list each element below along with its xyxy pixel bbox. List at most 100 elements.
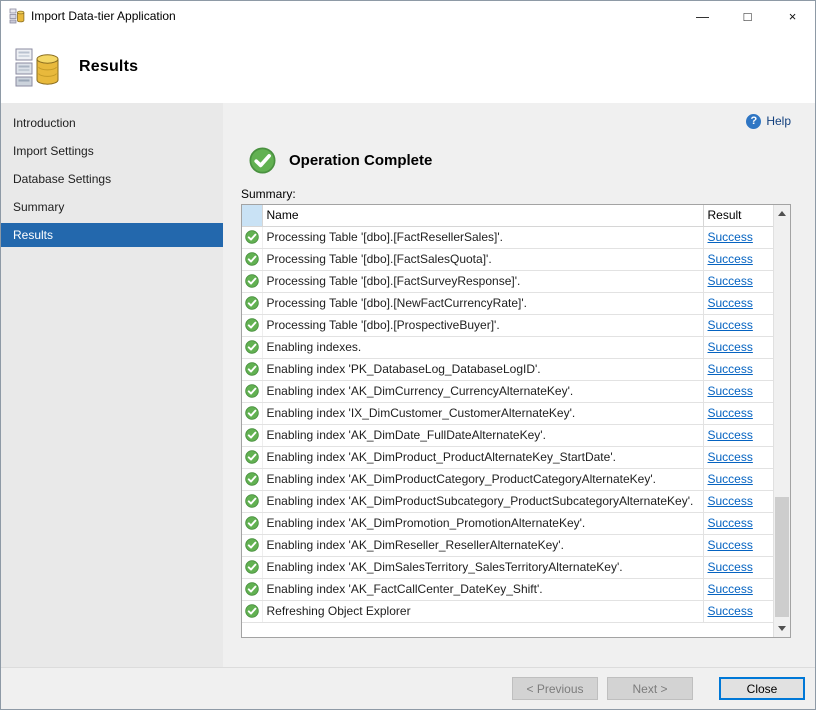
- icon-column-header[interactable]: [242, 205, 262, 226]
- result-success-link[interactable]: Success: [708, 516, 753, 530]
- step-name: Refreshing Object Explorer: [262, 600, 703, 622]
- result-success-link[interactable]: Success: [708, 252, 753, 266]
- data-tier-application-icon: [13, 45, 61, 89]
- step-name: Enabling index 'AK_DimDate_FullDateAlter…: [262, 424, 703, 446]
- result-success-link[interactable]: Success: [708, 582, 753, 596]
- step-name: Processing Table '[dbo].[ProspectiveBuye…: [262, 314, 703, 336]
- results-scrollbar[interactable]: [773, 205, 790, 637]
- table-row[interactable]: Processing Table '[dbo].[FactSalesQuota]…: [242, 248, 773, 270]
- step-name: Enabling index 'AK_DimReseller_ResellerA…: [262, 534, 703, 556]
- success-check-icon: [245, 472, 259, 486]
- results-grid-area: Name Result Processing Table '[dbo].[Fac…: [242, 205, 773, 637]
- result-success-link[interactable]: Success: [708, 450, 753, 464]
- result-success-link[interactable]: Success: [708, 318, 753, 332]
- success-check-icon: [245, 604, 259, 618]
- sidebar-item-import-settings[interactable]: Import Settings: [1, 139, 223, 163]
- result-success-link[interactable]: Success: [708, 604, 753, 618]
- table-row[interactable]: Enabling index 'AK_DimReseller_ResellerA…: [242, 534, 773, 556]
- table-row[interactable]: Enabling index 'AK_FactCallCenter_DateKe…: [242, 578, 773, 600]
- table-row[interactable]: Processing Table '[dbo].[ProspectiveBuye…: [242, 314, 773, 336]
- scrollbar-thumb[interactable]: [775, 497, 789, 617]
- result-success-link[interactable]: Success: [708, 230, 753, 244]
- result-success-link[interactable]: Success: [708, 362, 753, 376]
- success-check-icon: [245, 538, 259, 552]
- result-success-link[interactable]: Success: [708, 538, 753, 552]
- close-window-button[interactable]: ×: [770, 1, 815, 31]
- result-success-link[interactable]: Success: [708, 494, 753, 508]
- sidebar-item-introduction[interactable]: Introduction: [1, 111, 223, 135]
- window-controls: — □ ×: [680, 1, 815, 31]
- table-row[interactable]: Enabling index 'AK_DimDate_FullDateAlter…: [242, 424, 773, 446]
- operation-status-title: Operation Complete: [289, 152, 432, 169]
- result-success-link[interactable]: Success: [708, 428, 753, 442]
- result-success-link[interactable]: Success: [708, 384, 753, 398]
- step-name: Processing Table '[dbo].[NewFactCurrency…: [262, 292, 703, 314]
- step-name: Enabling index 'AK_DimProductSubcategory…: [262, 490, 703, 512]
- result-success-link[interactable]: Success: [708, 406, 753, 420]
- table-row[interactable]: Processing Table '[dbo].[FactResellerSal…: [242, 226, 773, 248]
- success-check-icon: [245, 340, 259, 354]
- wizard-steps-sidebar: Introduction Import Settings Database Sett…: [1, 103, 223, 667]
- table-row[interactable]: Refreshing Object Explorer Success: [242, 600, 773, 622]
- result-success-link[interactable]: Success: [708, 472, 753, 486]
- window-title: Import Data-tier Application: [31, 9, 176, 23]
- step-name: Processing Table '[dbo].[FactSurveyRespo…: [262, 270, 703, 292]
- maximize-button[interactable]: □: [725, 1, 770, 31]
- next-button[interactable]: Next >: [607, 677, 693, 700]
- success-check-icon: [245, 230, 259, 244]
- table-row[interactable]: Processing Table '[dbo].[NewFactCurrency…: [242, 292, 773, 314]
- sidebar-item-summary[interactable]: Summary: [1, 195, 223, 219]
- success-check-icon: [245, 516, 259, 530]
- step-name: Enabling index 'AK_DimProductCategory_Pr…: [262, 468, 703, 490]
- success-check-icon: [245, 362, 259, 376]
- step-name: Enabling index 'AK_DimCurrency_CurrencyA…: [262, 380, 703, 402]
- help-label: Help: [766, 114, 791, 128]
- success-check-icon: [245, 582, 259, 596]
- sidebar-item-database-settings[interactable]: Database Settings: [1, 167, 223, 191]
- titlebar: Import Data-tier Application — □ ×: [1, 1, 815, 31]
- table-row[interactable]: Enabling index 'AK_DimProduct_ProductAlt…: [242, 446, 773, 468]
- table-row[interactable]: Enabling index 'PK_DatabaseLog_DatabaseL…: [242, 358, 773, 380]
- success-check-icon: [245, 384, 259, 398]
- success-check-icon: [245, 428, 259, 442]
- status-row: Operation Complete: [249, 147, 791, 174]
- table-row[interactable]: Processing Table '[dbo].[FactSurveyRespo…: [242, 270, 773, 292]
- minimize-button[interactable]: —: [680, 1, 725, 31]
- table-row[interactable]: Enabling index 'IX_DimCustomer_CustomerA…: [242, 402, 773, 424]
- table-row[interactable]: Enabling index 'AK_DimPromotion_Promotio…: [242, 512, 773, 534]
- result-success-link[interactable]: Success: [708, 274, 753, 288]
- table-row[interactable]: Enabling index 'AK_DimProductCategory_Pr…: [242, 468, 773, 490]
- step-name: Enabling indexes.: [262, 336, 703, 358]
- step-name: Processing Table '[dbo].[FactResellerSal…: [262, 226, 703, 248]
- help-row: ? Help: [241, 113, 791, 129]
- step-name: Enabling index 'IX_DimCustomer_CustomerA…: [262, 402, 703, 424]
- results-grid: Name Result Processing Table '[dbo].[Fac…: [241, 204, 791, 638]
- table-row[interactable]: Enabling index 'AK_DimProductSubcategory…: [242, 490, 773, 512]
- result-success-link[interactable]: Success: [708, 560, 753, 574]
- result-success-link[interactable]: Success: [708, 340, 753, 354]
- success-check-icon: [245, 406, 259, 420]
- results-page: ? Help Operation Complete Summary: Name: [223, 103, 815, 667]
- step-name: Enabling index 'AK_DimPromotion_Promotio…: [262, 512, 703, 534]
- table-row[interactable]: Enabling index 'AK_DimSalesTerritory_Sal…: [242, 556, 773, 578]
- close-button[interactable]: Close: [719, 677, 805, 700]
- success-check-icon: [245, 560, 259, 574]
- step-name: Enabling index 'PK_DatabaseLog_DatabaseL…: [262, 358, 703, 380]
- success-check-icon: [245, 296, 259, 310]
- step-name: Enabling index 'AK_DimProduct_ProductAlt…: [262, 446, 703, 468]
- step-name: Processing Table '[dbo].[FactSalesQuota]…: [262, 248, 703, 270]
- scroll-down-icon[interactable]: [774, 620, 790, 637]
- name-column-header[interactable]: Name: [262, 205, 703, 226]
- help-link[interactable]: ? Help: [746, 113, 791, 129]
- sidebar-item-results[interactable]: Results: [1, 223, 223, 247]
- summary-label: Summary:: [241, 187, 791, 201]
- dialog-footer: < Previous Next > Close: [1, 667, 815, 709]
- import-dta-window: Import Data-tier Application — □ ×: [0, 0, 816, 710]
- result-column-header[interactable]: Result: [703, 205, 773, 226]
- scroll-up-icon[interactable]: [774, 205, 790, 222]
- previous-button[interactable]: < Previous: [512, 677, 598, 700]
- success-check-icon: [245, 494, 259, 508]
- result-success-link[interactable]: Success: [708, 296, 753, 310]
- table-row[interactable]: Enabling indexes. Success: [242, 336, 773, 358]
- table-row[interactable]: Enabling index 'AK_DimCurrency_CurrencyA…: [242, 380, 773, 402]
